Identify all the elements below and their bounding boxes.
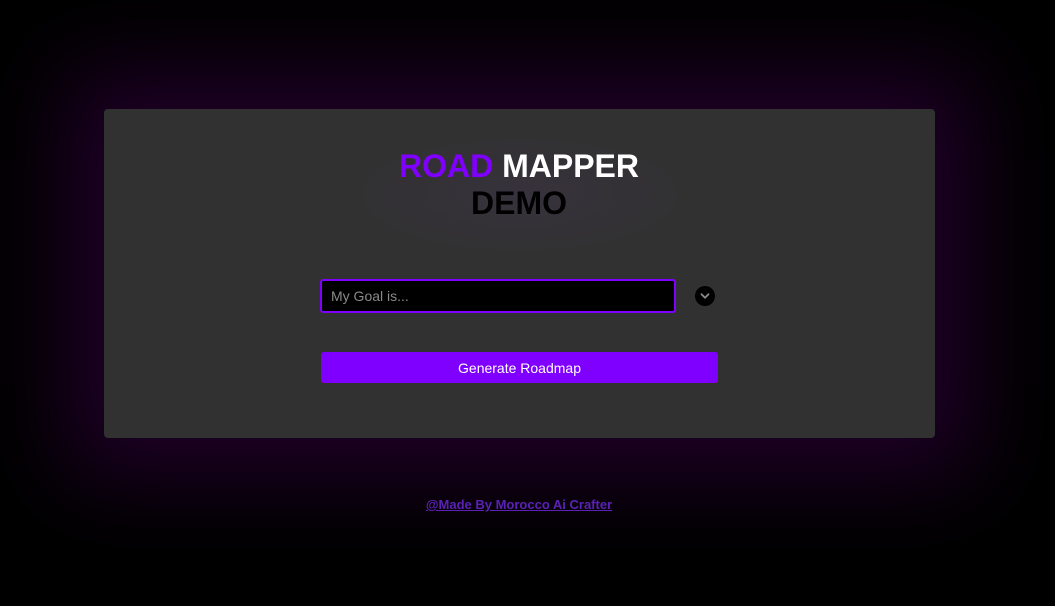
page: ROAD MAPPER DEMO Generate Roadmap @Made …: [0, 0, 1055, 606]
generate-roadmap-button[interactable]: Generate Roadmap: [321, 352, 718, 383]
title-word-road: ROAD: [398, 148, 494, 184]
footer-credit-link[interactable]: @Made By Morocco Ai Crafter: [0, 497, 1038, 512]
goal-dropdown-button[interactable]: [695, 286, 715, 306]
title-word-demo: DEMO: [471, 185, 567, 221]
title-word-mapper: MAPPER: [502, 148, 639, 184]
chevron-down-icon: [700, 293, 710, 299]
goal-input[interactable]: [320, 279, 676, 313]
page-title: ROAD MAPPER DEMO: [0, 148, 1038, 222]
